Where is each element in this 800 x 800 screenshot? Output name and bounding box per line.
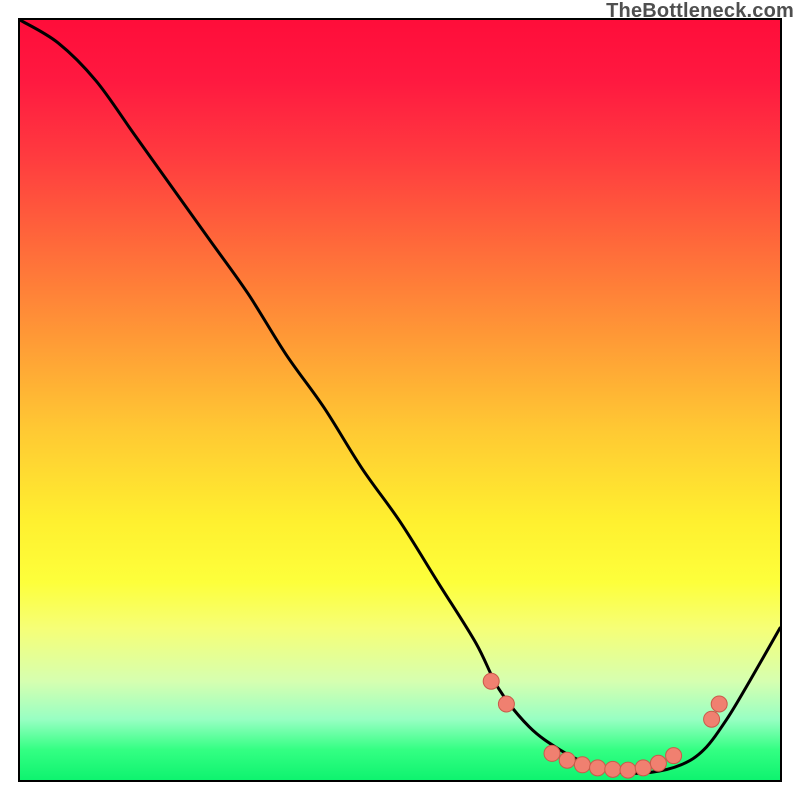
curve-marker [590, 760, 606, 776]
curve-marker [704, 711, 720, 727]
curve-marker [711, 696, 727, 712]
curve-marker [650, 755, 666, 771]
curve-markers [483, 673, 727, 778]
curve-marker [574, 757, 590, 773]
curve-marker [559, 752, 575, 768]
curve-marker [635, 760, 651, 776]
curve-layer [20, 20, 780, 780]
bottleneck-curve [20, 20, 780, 773]
curve-marker [483, 673, 499, 689]
curve-marker [666, 748, 682, 764]
curve-marker [620, 762, 636, 778]
curve-marker [605, 761, 621, 777]
curve-marker [498, 696, 514, 712]
chart-frame: TheBottleneck.com [0, 0, 800, 800]
plot-area [18, 18, 782, 782]
curve-marker [544, 745, 560, 761]
